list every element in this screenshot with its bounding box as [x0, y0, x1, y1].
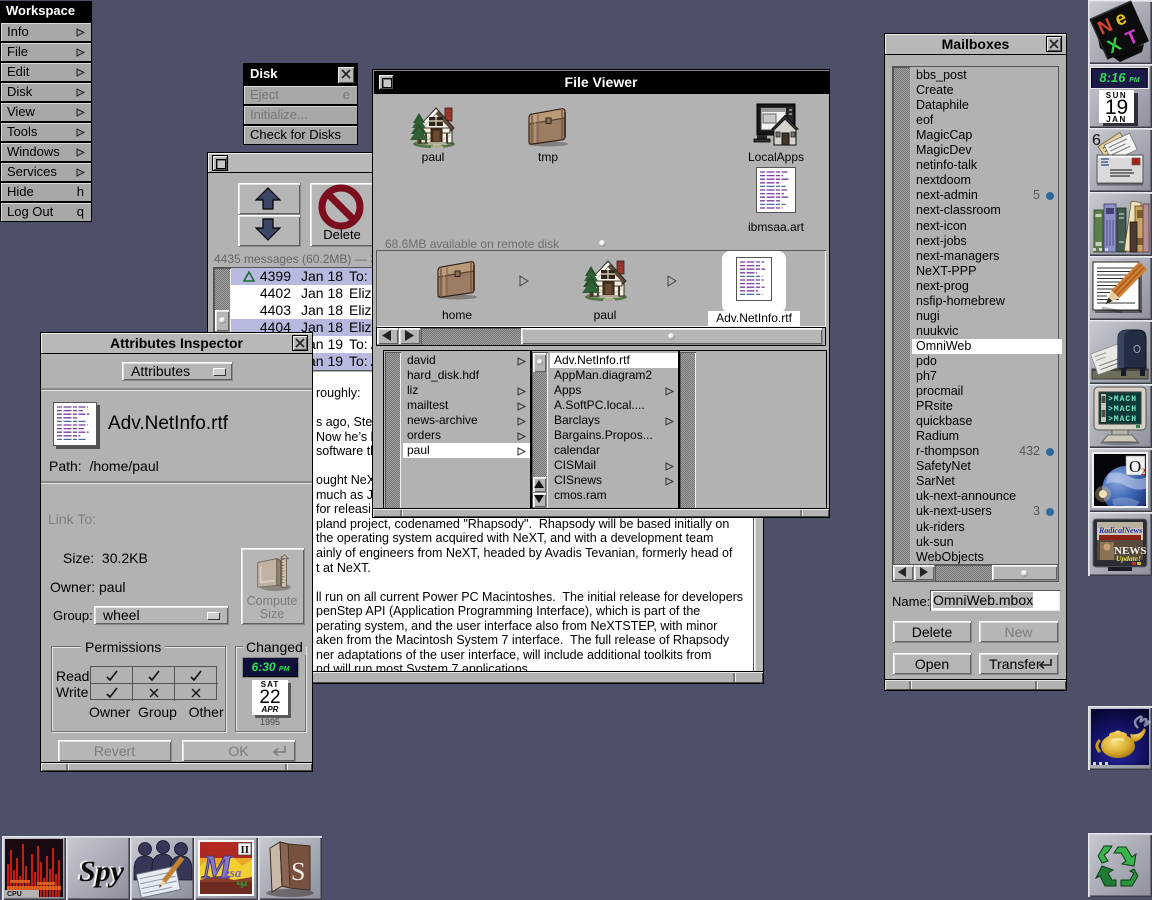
- svg-text:II: II: [241, 844, 250, 856]
- svg-text:S: S: [291, 857, 306, 886]
- svg-text:6: 6: [1092, 132, 1101, 149]
- svg-text:esa: esa: [224, 865, 242, 880]
- svg-text:Spy: Spy: [79, 855, 125, 888]
- svg-text:>MACH: >MACH: [1108, 395, 1137, 404]
- svg-text:2: 2: [1141, 467, 1146, 477]
- svg-text:>MACH: >MACH: [1108, 405, 1137, 414]
- svg-text:RadicalNews: RadicalNews: [1098, 526, 1142, 535]
- svg-text:O: O: [1129, 457, 1141, 476]
- svg-text:Update!: Update!: [1116, 554, 1141, 563]
- svg-text:CPU: CPU: [7, 891, 22, 898]
- svg-text:>MACH: >MACH: [1108, 415, 1137, 424]
